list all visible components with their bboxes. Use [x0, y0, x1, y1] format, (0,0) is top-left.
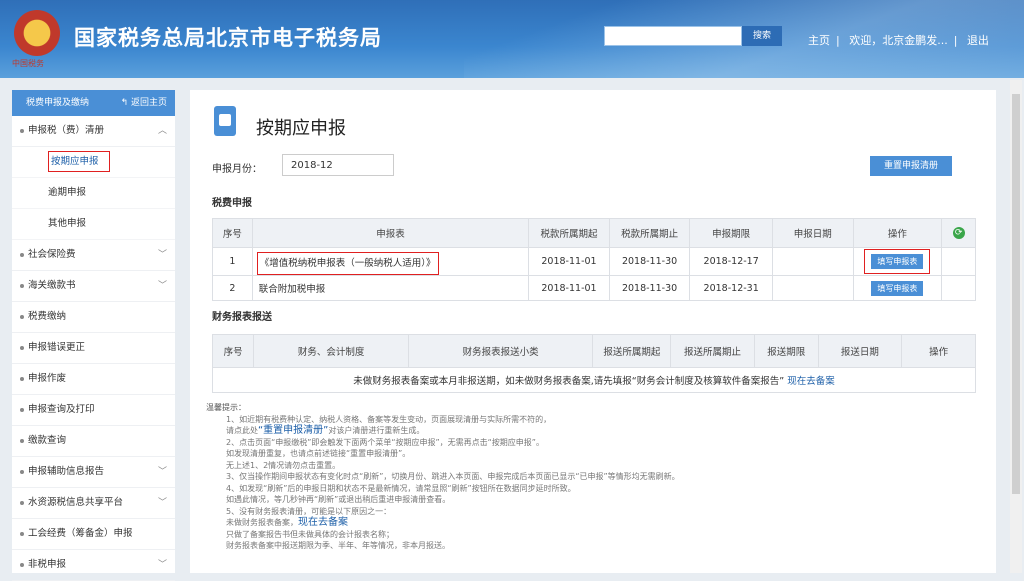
fill-form-button[interactable]: 填写申报表 [871, 254, 924, 269]
bullet-icon [20, 315, 24, 319]
reset-filing-list-link[interactable]: “重置申报清册” [258, 425, 328, 436]
document-icon [214, 106, 236, 136]
bullet-icon [20, 501, 24, 505]
site-header: 中国税务 国家税务总局北京市电子税务局 搜索 主页 | 欢迎，北京金鹏发... | … [0, 0, 1024, 78]
col-header: 申报期限 [689, 218, 773, 248]
month-field[interactable]: 2018-12 [282, 154, 394, 176]
go-register-link[interactable]: 现在去备案 [298, 517, 348, 528]
form-name: 联合附加税申报 [251, 275, 530, 301]
fill-form-button[interactable]: 填写申报表 [871, 280, 924, 296]
table-header-row: 序号 申报表 税款所属期起 税款所属期止 申报期限 申报日期 操作 ⟳ [212, 218, 976, 248]
sidebar-item-void[interactable]: 申报作废 [12, 364, 175, 395]
scrollbar-thumb[interactable] [1012, 94, 1020, 494]
main-panel: 按期应申报 申报月份： 2018-12 重置申报清册 税费申报 序号 申报表 税… [190, 90, 996, 573]
table-row: 2 联合附加税申报 2018-11-01 2018-11-30 2018-12-… [212, 275, 976, 301]
tips-heading: 温馨提示： [206, 403, 246, 412]
bullet-icon [20, 346, 24, 350]
chevron-down-icon: ﹀ [157, 281, 167, 291]
col-header: 操作 [852, 218, 943, 248]
emblem-caption: 中国税务 [12, 59, 44, 68]
bullet-icon [20, 253, 24, 257]
page-title: 按期应申报 [256, 118, 346, 139]
chevron-down-icon: ﹀ [157, 250, 167, 260]
tax-section-title: 税费申报 [212, 198, 252, 209]
bullet-icon [20, 563, 24, 567]
search-input[interactable] [604, 26, 742, 46]
table-row: 1 《增值税纳税申报表（一般纳税人适用）》 2018-11-01 2018-11… [212, 247, 976, 276]
form-name: 《增值税纳税申报表（一般纳税人适用）》 [256, 251, 439, 275]
sidebar-item-filing-list[interactable]: 申报税（费）清册 ︿ [12, 116, 175, 147]
bullet-icon [20, 439, 24, 443]
chevron-down-icon: ﹀ [157, 467, 167, 477]
financial-notice: 未做财务报表备案或本月非报送期，如未做财务报表备案,请先填报“财务会计制度及核算… [353, 376, 785, 387]
sidebar-header: 税费申报及缴纳 ↰ 返回主页 [12, 90, 175, 116]
welcome-user-link[interactable]: 欢迎，北京金鹏发... [849, 34, 948, 47]
sidebar-item-payment-query[interactable]: 缴款查询 [12, 426, 175, 457]
sidebar-item-query-print[interactable]: 申报查询及打印 [12, 395, 175, 426]
sidebar-subitem-overdue-filing[interactable]: 逾期申报 [12, 178, 175, 209]
page-scrollbar[interactable] [1010, 80, 1022, 573]
top-links: 主页 | 欢迎，北京金鹏发... | 退出 [808, 34, 989, 47]
tips-panel: 温馨提示： 1、如近期有税费种认定、纳税人资格、备案等发生变动，页面展现清册与实… [206, 402, 966, 552]
sidebar-heading: 税费申报及缴纳 [26, 98, 90, 108]
tax-filing-table: 序号 申报表 税款所属期起 税款所属期止 申报期限 申报日期 操作 ⟳ 1 《增… [212, 218, 976, 301]
month-label: 申报月份： [212, 164, 262, 175]
bullet-icon [20, 129, 24, 133]
home-link[interactable]: 主页 [808, 34, 830, 47]
logout-link[interactable]: 退出 [967, 34, 989, 47]
sidebar-item-social-insurance[interactable]: 社会保险费 ﹀ [12, 240, 175, 271]
go-register-link[interactable]: 现在去备案 [787, 376, 835, 387]
reset-filing-list-button[interactable]: 重置申报清册 [870, 156, 952, 176]
back-home-link[interactable]: ↰ 返回主页 [121, 90, 167, 116]
chevron-up-icon: ︿ [157, 126, 167, 136]
back-arrow-icon: ↰ [120, 98, 131, 108]
financial-section-title: 财务报表报送 [212, 312, 272, 323]
bullet-icon [20, 532, 24, 536]
table-row: 未做财务报表备案或本月非报送期，如未做财务报表备案,请先填报“财务会计制度及核算… [212, 367, 976, 393]
sidebar-subitem-periodic-filing[interactable]: 按期应申报 [12, 147, 175, 178]
col-header: 序号 [212, 218, 253, 248]
bullet-icon [20, 408, 24, 412]
col-header: 税款所属期止 [608, 218, 691, 248]
sidebar-subitem-other-filing[interactable]: 其他申报 [12, 209, 175, 240]
sidebar-item-correction[interactable]: 申报错误更正 [12, 333, 175, 364]
search-button[interactable]: 搜索 [742, 26, 782, 46]
bullet-icon [20, 284, 24, 288]
table-header-row: 序号 财务、会计制度 财务报表报送小类 报送所属期起 报送所属期止 报送期限 报… [211, 334, 976, 368]
sidebar-item-non-tax[interactable]: 非税申报 ﹀ [12, 550, 175, 581]
financial-report-table: 序号 财务、会计制度 财务报表报送小类 报送所属期起 报送所属期止 报送期限 报… [211, 334, 976, 393]
sidebar-item-aux-report[interactable]: 申报辅助信息报告 ﹀ [12, 457, 175, 488]
sidebar-item-water-platform[interactable]: 水资源税信息共享平台 ﹀ [12, 488, 175, 519]
refresh-icon[interactable]: ⟳ [952, 227, 965, 239]
sidebar-item-union-fund[interactable]: 工会经费（筹备金）申报 [12, 519, 175, 550]
bullet-icon [20, 377, 24, 381]
col-header: 申报表 [251, 218, 530, 248]
bullet-icon [20, 470, 24, 474]
col-header: 申报日期 [771, 218, 854, 248]
chevron-down-icon: ﹀ [157, 498, 167, 508]
sidebar: 税费申报及缴纳 ↰ 返回主页 申报税（费）清册 ︿ 按期应申报 逾期申报 其他申报… [12, 90, 175, 581]
site-title: 国家税务总局北京市电子税务局 [74, 26, 382, 50]
refresh-cell: ⟳ [941, 218, 976, 248]
sidebar-item-tax-payment[interactable]: 税费缴纳 [12, 302, 175, 333]
col-header: 税款所属期起 [528, 218, 610, 248]
tax-emblem-icon [14, 10, 60, 56]
sidebar-menu: 申报税（费）清册 ︿ 按期应申报 逾期申报 其他申报 社会保险费 ﹀ 海关缴款书 ﹀ … [12, 116, 175, 581]
sidebar-item-customs[interactable]: 海关缴款书 ﹀ [12, 271, 175, 302]
chevron-down-icon: ﹀ [157, 560, 167, 570]
